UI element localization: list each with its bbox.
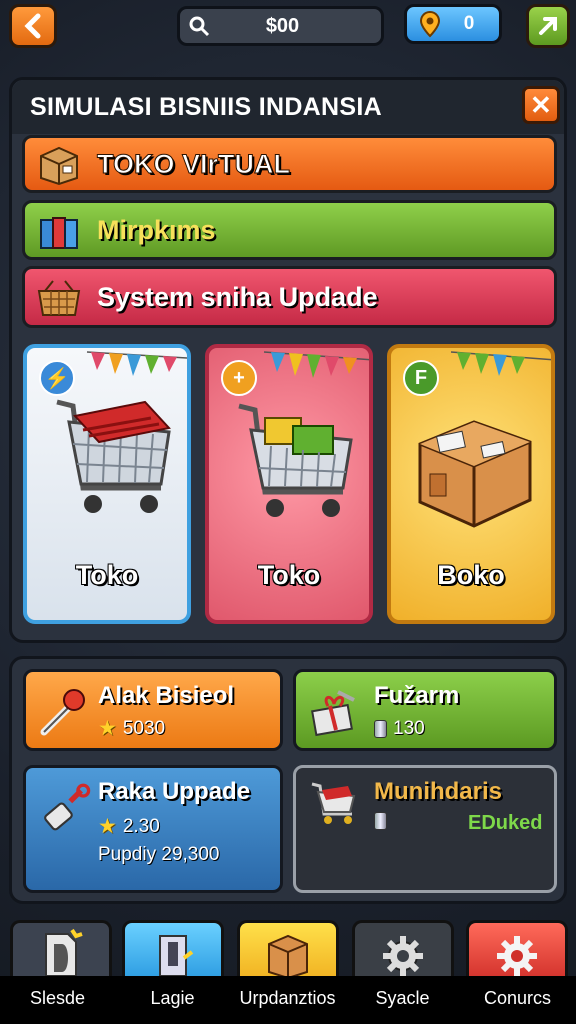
gear-icon — [383, 935, 423, 976]
money-value: $00 — [265, 14, 300, 37]
top-bar: $00 0 — [0, 0, 576, 56]
search-icon — [189, 16, 210, 37]
books-icon — [40, 217, 78, 249]
tile-name: Munihdaris — [374, 778, 503, 805]
star-icon: ★ — [98, 815, 117, 838]
star-icon: ★ — [98, 717, 117, 740]
can-icon — [374, 720, 387, 738]
menu-row-toko-virtual[interactable]: TOKO VIrTUAL — [22, 135, 557, 193]
gem-value: 0 — [463, 13, 475, 34]
tool-icon — [44, 783, 91, 831]
card-label: Toko — [75, 560, 139, 590]
nav-label: Conurcs — [483, 988, 552, 1008]
menu-row-label: System sniha Updade — [97, 281, 378, 312]
nav-label: Slesde — [29, 988, 86, 1008]
nav-button-conurcs[interactable] — [466, 920, 568, 982]
map-pin-icon — [419, 10, 441, 38]
nav-button-slesde[interactable] — [10, 920, 112, 982]
arrow-up-right-icon — [539, 17, 557, 35]
cart-small-icon — [311, 782, 356, 824]
tile-value — [374, 812, 393, 830]
menu-row-system-update[interactable]: System sniha Updade — [22, 266, 557, 328]
card-label: Toko — [257, 560, 321, 590]
upgrade-tile-fuzarm[interactable]: Fužarm 130 — [293, 669, 557, 751]
tile-status: EDuked — [468, 812, 543, 834]
nav-label: Syacle — [375, 988, 430, 1008]
tile-name: Fužarm — [374, 682, 460, 709]
cardboard-box-icon — [418, 420, 532, 528]
chevron-left-icon — [24, 13, 41, 39]
share-button[interactable] — [526, 4, 570, 48]
cart-red-icon — [56, 399, 171, 513]
tile-name: Raka Uppade — [98, 778, 251, 805]
tile-name: Alak Bisieol — [98, 682, 235, 709]
business-panel: SIMULASI BISNIIS INDANSIA ✕ TOKO VIrTUAL… — [9, 77, 567, 643]
nav-button-lagie[interactable] — [122, 920, 224, 982]
shop-card-toko-2[interactable]: + Toko — [205, 344, 373, 624]
cart-goods-icon — [238, 403, 353, 517]
card-badge: F — [403, 360, 439, 396]
menu-row-label: Mirpkıms — [97, 214, 216, 245]
menu-row-mirpkims[interactable]: Mirpkıms — [22, 200, 557, 260]
nav-button-urpdanztios[interactable] — [237, 920, 339, 982]
back-button[interactable] — [9, 4, 57, 48]
nav-button-syacle[interactable] — [352, 920, 454, 982]
can-icon — [374, 812, 387, 830]
menu-row-label: TOKO VIrTUAL — [96, 148, 291, 179]
card-label: Boko — [437, 560, 505, 590]
tile-value: ★ 5030 — [98, 717, 166, 740]
card-badge: + — [221, 360, 257, 396]
upgrade-tile-raka-uppade[interactable]: Raka Uppade ★ 2.30 Pupdiy 29,300 — [23, 765, 283, 893]
shop-card-boko[interactable]: F Boko — [387, 344, 555, 624]
tile-extra: Pupdiy 29,300 — [98, 844, 220, 865]
package-icon — [268, 934, 308, 978]
close-icon: ✕ — [529, 89, 553, 120]
money-counter[interactable]: $00 — [177, 6, 384, 46]
panel-header: SIMULASI BISNIIS INDANSIA ✕ — [12, 80, 564, 134]
close-button[interactable]: ✕ — [522, 86, 560, 124]
basket-icon — [37, 280, 81, 316]
upgrade-tile-munihdaris[interactable]: Munihdaris EDuked — [293, 765, 557, 893]
gear-icon — [497, 935, 537, 976]
gift-icon — [311, 690, 355, 737]
card-badge: ⚡ — [39, 360, 75, 396]
door-icon — [159, 934, 194, 977]
box-icon — [40, 146, 78, 186]
gem-counter[interactable]: 0 — [404, 4, 502, 44]
bottom-nav: Slesde Lagie Urpdanztios Syacle Conurcs — [0, 914, 576, 1024]
nav-label: Urpdanztios — [239, 988, 336, 1008]
upgrade-panel: Alak Bisieol ★ 5030 Fužarm 130 Raka Uppad… — [9, 656, 567, 904]
shop-card-toko-1[interactable]: ⚡ Toko — [23, 344, 191, 624]
brush-icon — [40, 689, 85, 736]
tile-value: 130 — [374, 718, 425, 740]
tile-value: ★ 2.30 — [98, 815, 160, 838]
panel-title: SIMULASI BISNIIS INDANSIA — [30, 92, 382, 121]
upgrade-tile-alak-bisieol[interactable]: Alak Bisieol ★ 5030 — [23, 669, 283, 751]
nav-label: Lagie — [150, 988, 195, 1008]
document-icon — [45, 928, 83, 977]
